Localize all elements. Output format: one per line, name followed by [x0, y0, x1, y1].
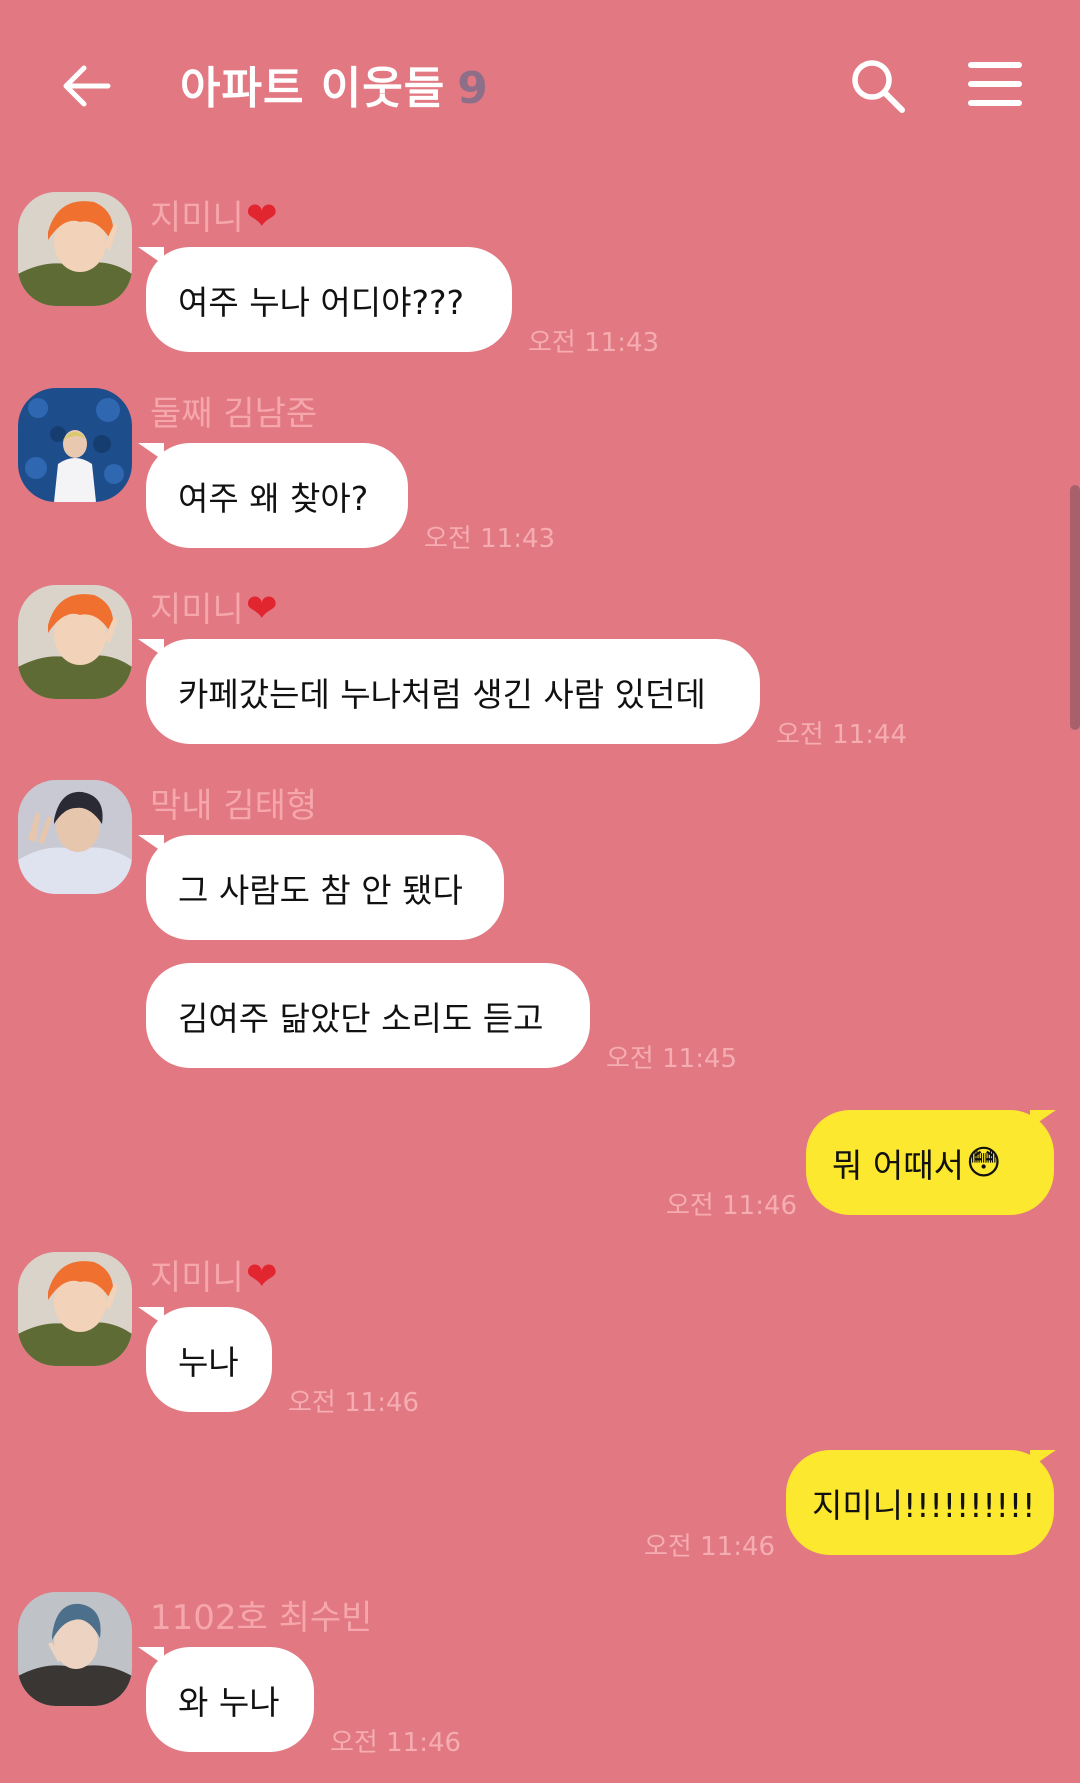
heart-icon: ❤ — [245, 586, 278, 630]
member-count: 9 — [457, 63, 489, 114]
message-bubble[interactable]: 여주 누나 어디야??? — [146, 247, 512, 352]
sender-name: 지미니❤ — [150, 582, 278, 631]
scrollbar[interactable] — [1070, 485, 1080, 730]
my-message-bubble[interactable]: 뭐 어때서 😳 — [806, 1110, 1054, 1215]
sender-name: 막내 김태형 — [150, 786, 318, 826]
message-bubble[interactable]: 김여주 닮았단 소리도 듣고 — [146, 963, 590, 1068]
avatar-jimin[interactable] — [18, 1252, 132, 1366]
sender-name: 둘째 김남준 — [150, 394, 318, 434]
message-text: 뭐 어때서 — [832, 1145, 964, 1185]
search-icon[interactable] — [848, 56, 908, 116]
message-time: 오전 11:46 — [288, 1388, 420, 1418]
heart-icon: ❤ — [245, 194, 278, 238]
chat-room-name: 아파트 이웃들 — [180, 63, 446, 114]
message-text: 김여주 닮았단 소리도 듣고 — [178, 998, 544, 1038]
back-arrow-icon[interactable] — [58, 58, 114, 114]
chat-title: 아파트 이웃들 9 — [180, 52, 489, 116]
sender-name: 지미니❤ — [150, 190, 278, 239]
avatar-taehyung[interactable] — [18, 780, 132, 894]
chat-header: 아파트 이웃들 9 — [0, 0, 1080, 170]
message-text: 그 사람도 참 안 됐다 — [178, 870, 463, 910]
sender-name-text: 지미니 — [150, 590, 244, 630]
message-bubble[interactable]: 그 사람도 참 안 됐다 — [146, 835, 504, 940]
message-time: 오전 11:46 — [666, 1191, 798, 1221]
avatar-jimin[interactable] — [18, 585, 132, 699]
message-text: 카페갔는데 누나처럼 생긴 사람 있던데 — [178, 674, 706, 714]
message-text: 와 누나 — [178, 1682, 280, 1722]
sender-name-text: 지미니 — [150, 198, 244, 238]
message-bubble[interactable]: 누나 — [146, 1307, 272, 1412]
avatar-soobin[interactable] — [18, 1592, 132, 1706]
message-bubble[interactable]: 여주 왜 찾아? — [146, 443, 408, 548]
menu-icon[interactable] — [968, 60, 1024, 108]
message-time: 오전 11:46 — [644, 1532, 776, 1562]
message-time: 오전 11:46 — [330, 1728, 462, 1758]
message-text: 누나 — [178, 1342, 239, 1382]
flushed-face-icon: 😳 — [965, 1142, 1002, 1183]
heart-icon: ❤ — [245, 1254, 278, 1298]
avatar-namjoon[interactable] — [18, 388, 132, 502]
message-bubble[interactable]: 와 누나 — [146, 1647, 314, 1752]
message-text: 여주 왜 찾아? — [178, 478, 369, 518]
my-message-bubble[interactable]: 지미니!!!!!!!!!! — [786, 1450, 1054, 1555]
message-text: 지미니!!!!!!!!!! — [812, 1485, 1036, 1525]
sender-name: 지미니❤ — [150, 1250, 278, 1299]
message-time: 오전 11:43 — [528, 328, 660, 358]
message-time: 오전 11:45 — [606, 1044, 738, 1074]
avatar-jimin[interactable] — [18, 192, 132, 306]
message-time: 오전 11:44 — [776, 720, 908, 750]
message-text: 여주 누나 어디야??? — [178, 282, 465, 322]
message-bubble[interactable]: 카페갔는데 누나처럼 생긴 사람 있던데 — [146, 639, 760, 744]
sender-name: 1102호 최수빈 — [150, 1598, 373, 1638]
message-time: 오전 11:43 — [424, 524, 556, 554]
sender-name-text: 지미니 — [150, 1258, 244, 1298]
